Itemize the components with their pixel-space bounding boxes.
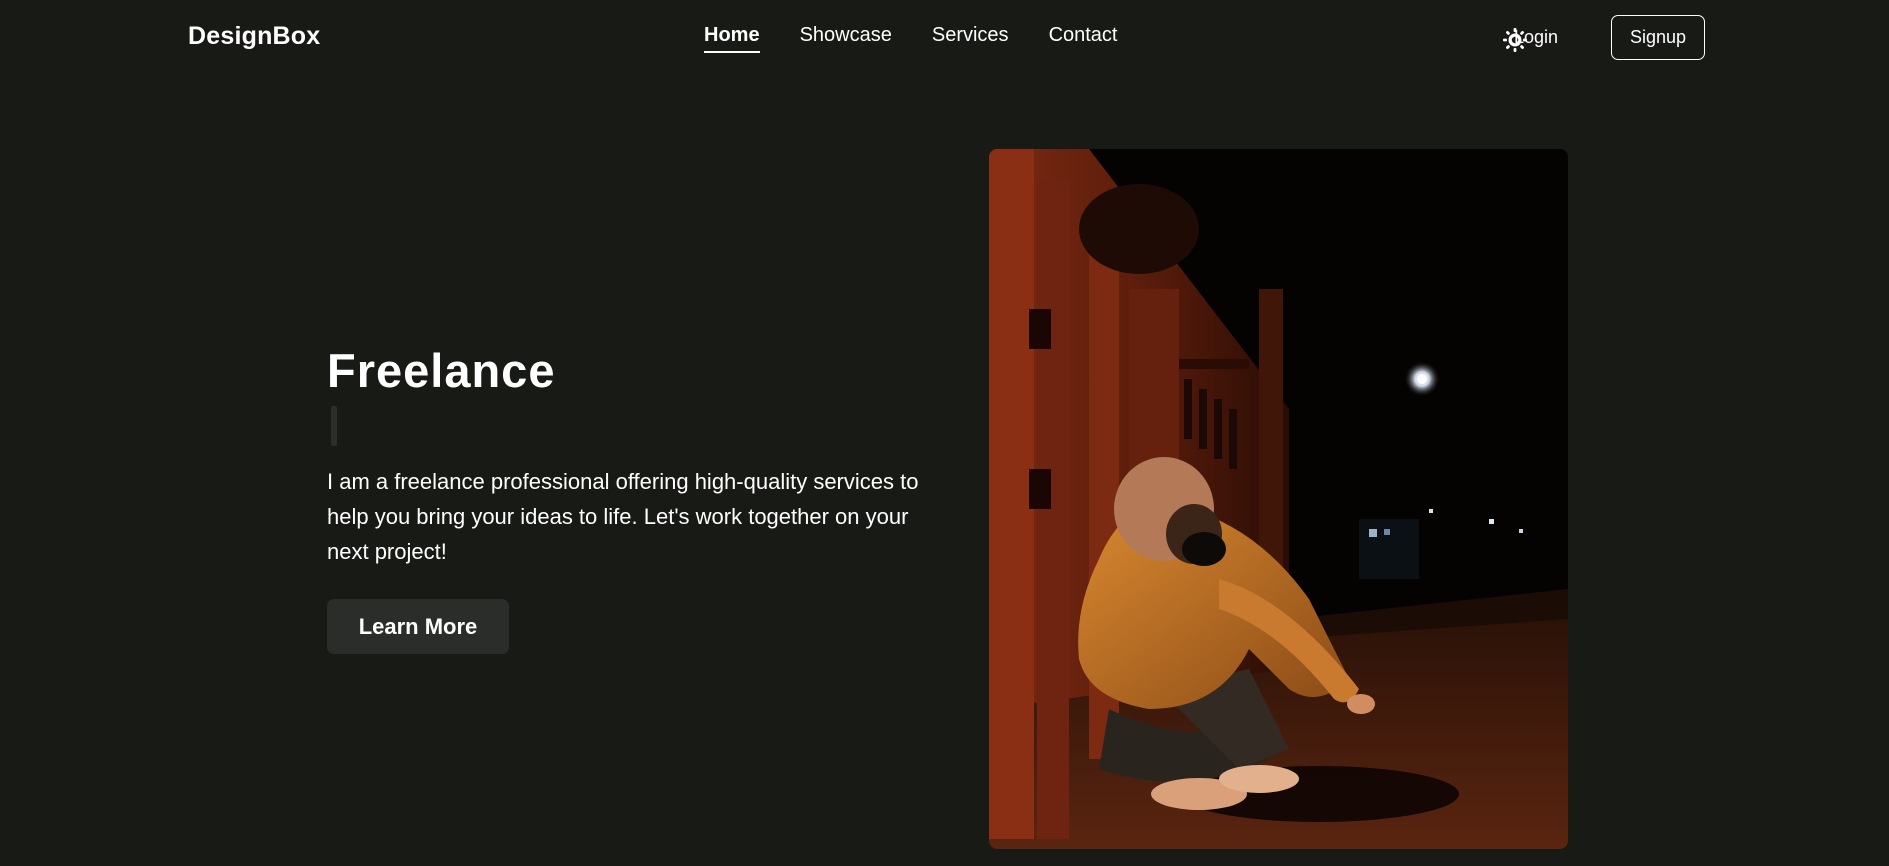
nav-showcase[interactable]: Showcase [800, 24, 892, 53]
learn-more-button[interactable]: Learn More [327, 599, 509, 654]
typing-cursor [331, 406, 337, 446]
signup-button[interactable]: Signup [1611, 15, 1705, 60]
nav-home[interactable]: Home [704, 24, 760, 53]
hero-image-graphic [989, 149, 1568, 849]
page: DesignBox Home Showcase Services Contact… [0, 0, 1889, 866]
nav-contact[interactable]: Contact [1049, 24, 1118, 53]
logo[interactable]: DesignBox [188, 22, 320, 51]
nav-services[interactable]: Services [932, 24, 1009, 53]
main-nav: Home Showcase Services Contact [704, 24, 1158, 53]
login-link[interactable]: Login [1514, 27, 1558, 48]
hero-description: I am a freelance professional offering h… [327, 469, 919, 564]
hero-title: Freelance [327, 344, 556, 397]
hero-image [989, 149, 1568, 849]
